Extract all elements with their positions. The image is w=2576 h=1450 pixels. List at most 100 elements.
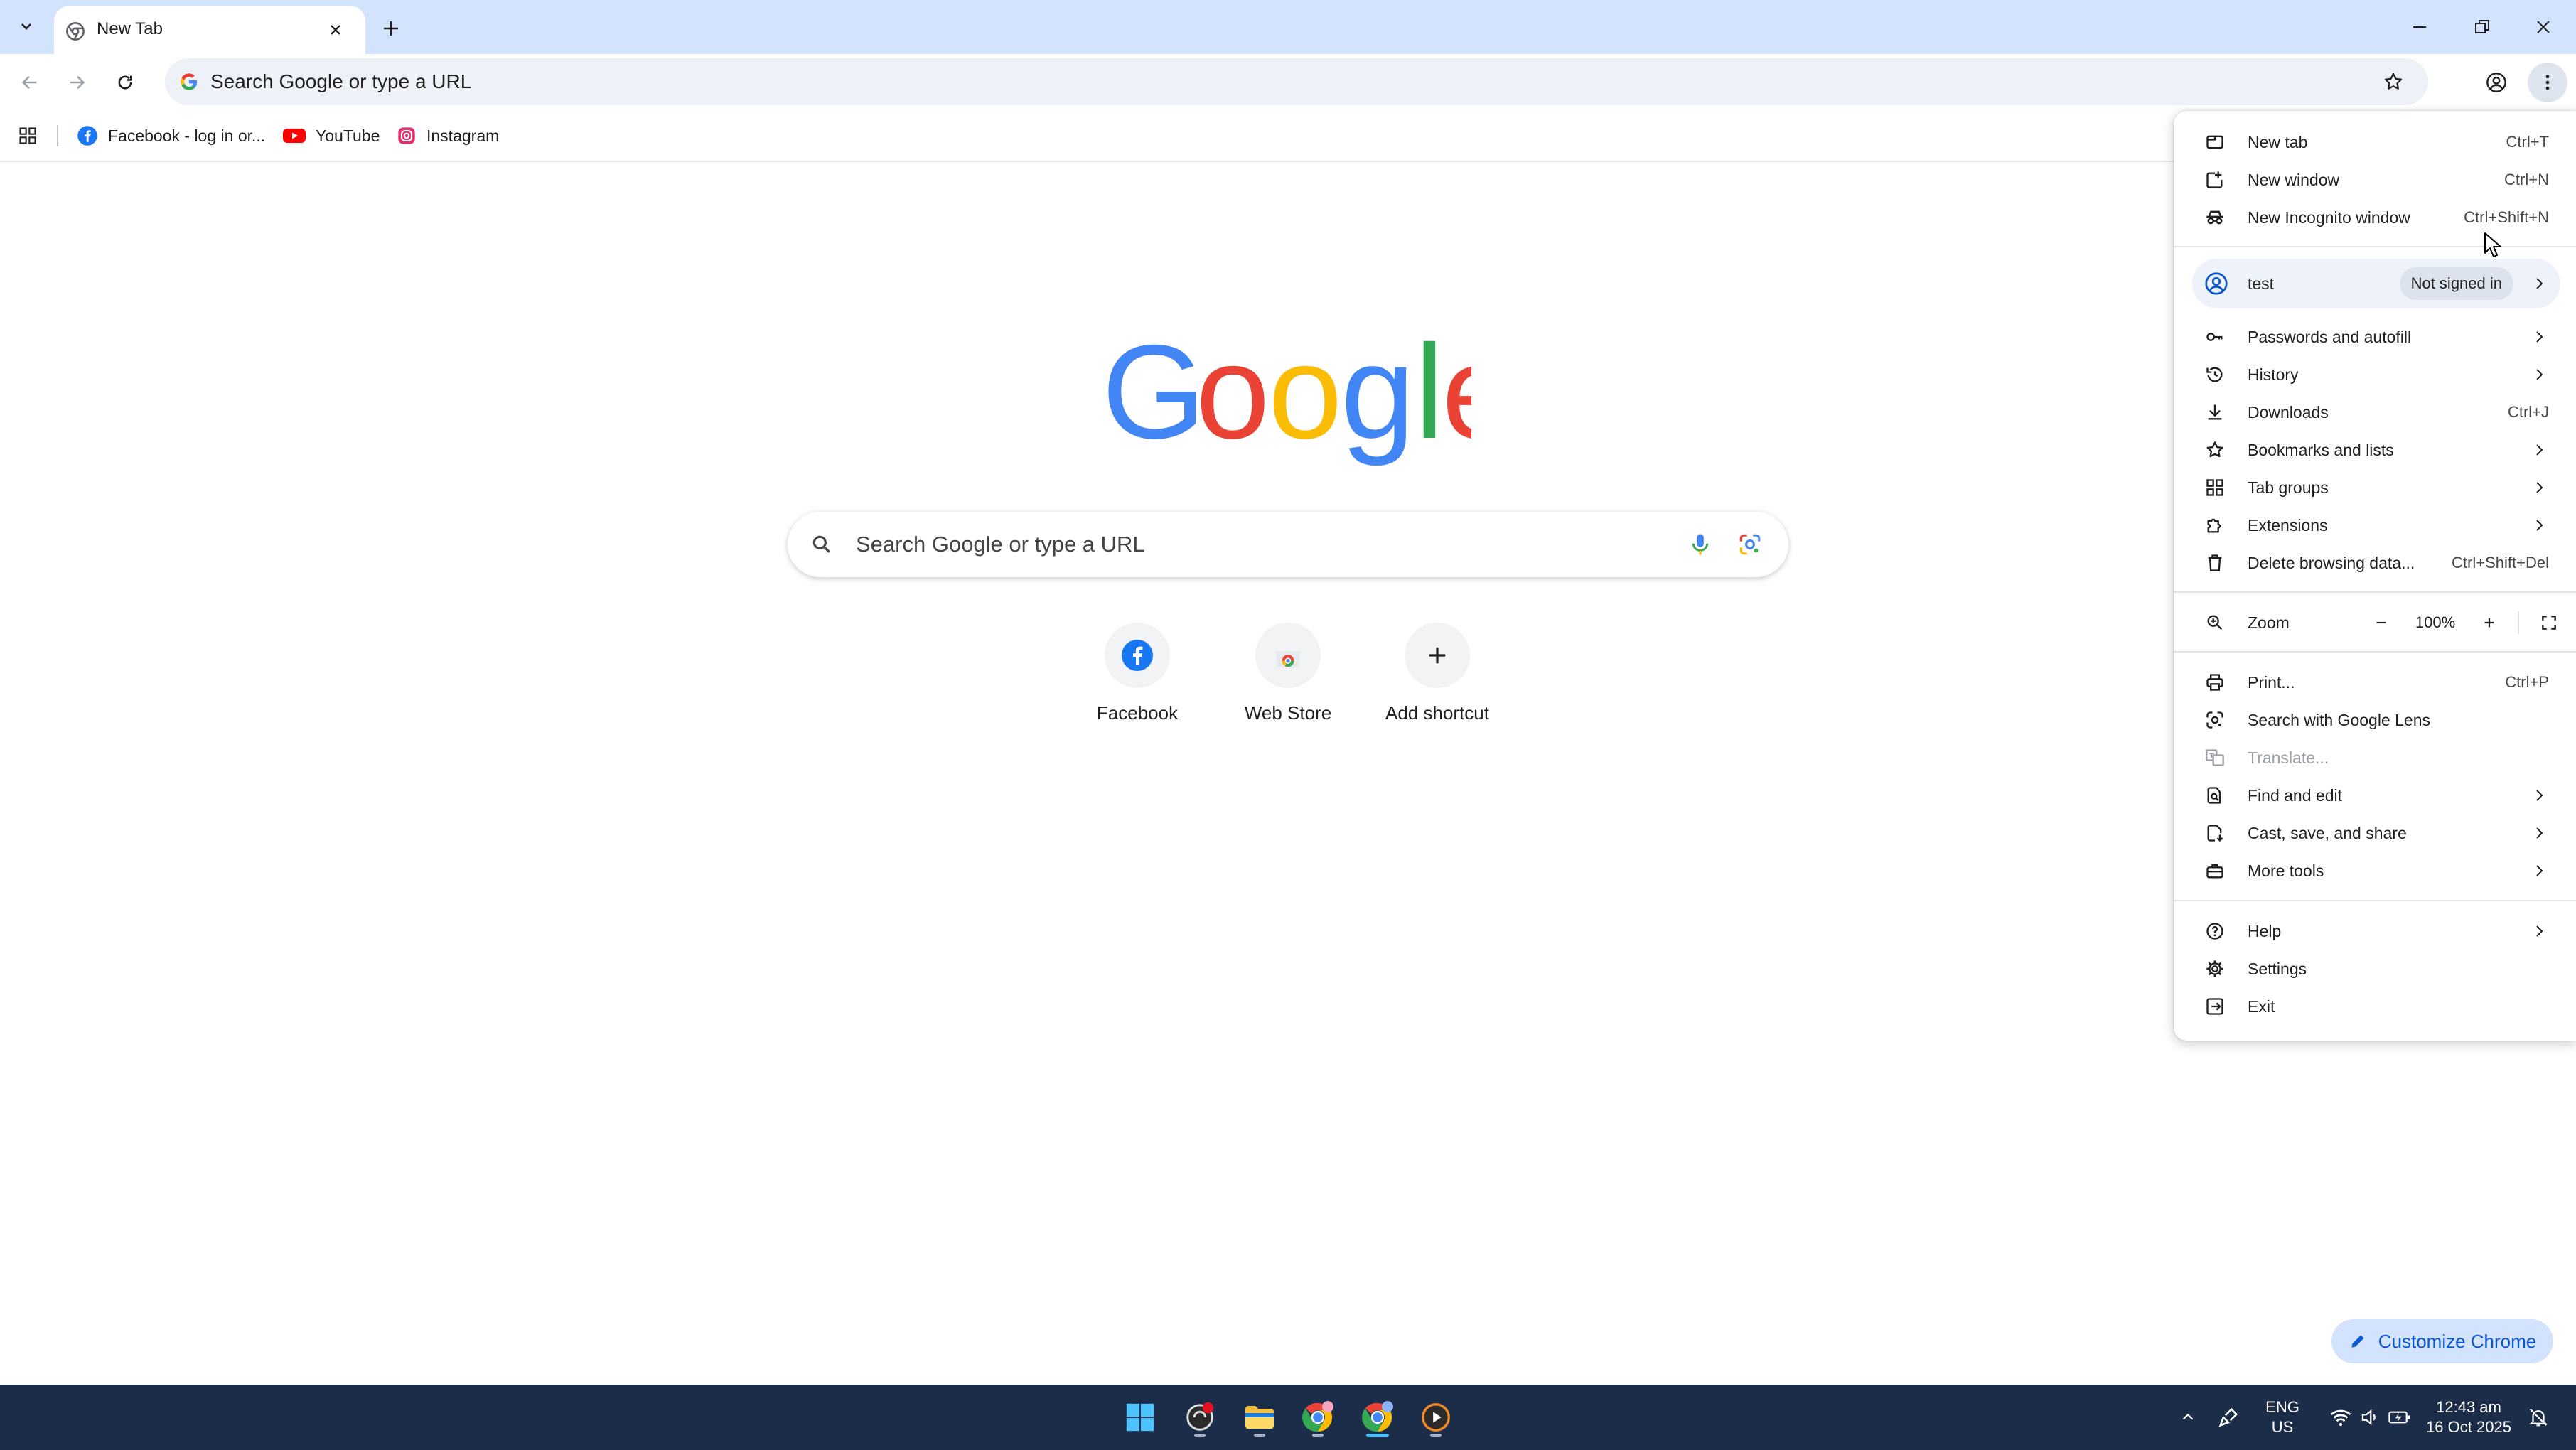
menu-item-delete-browsing-data[interactable]: Delete browsing data... Ctrl+Shift+Del <box>2174 544 2576 581</box>
shortcut-web-store[interactable]: Web Store <box>1217 623 1359 743</box>
chevron-right-icon <box>2536 790 2543 801</box>
menu-item-more-tools[interactable]: More tools <box>2174 852 2576 889</box>
wifi-icon <box>2330 1409 2351 1427</box>
taskbar: ENG US 12:43 am 16 Oct 2025 <box>0 1385 2576 1450</box>
menu-item-passwords[interactable]: Passwords and autofill <box>2174 318 2576 355</box>
chevron-right-icon <box>2536 369 2543 380</box>
menu-item-history[interactable]: History <box>2174 356 2576 393</box>
speaker-icon <box>2361 1409 2376 1426</box>
toolbar: Search Google or type a URL <box>0 54 2576 111</box>
forward-button[interactable] <box>58 64 95 101</box>
fullscreen-button[interactable] <box>2531 604 2567 641</box>
pencil-icon <box>2351 1335 2364 1348</box>
apps-button[interactable] <box>11 119 44 152</box>
menu-item-new-tab[interactable]: New tab Ctrl+T <box>2174 124 2576 161</box>
menu-item-new-window[interactable]: New window Ctrl+N <box>2174 161 2576 198</box>
bookmark-youtube[interactable]: YouTube <box>283 111 380 161</box>
google-lens-icon <box>2206 711 2223 729</box>
menu-item-extensions[interactable]: Extensions <box>2174 507 2576 544</box>
quick-settings-button[interactable] <box>2317 1395 2424 1440</box>
menu-shortcut: Ctrl+N <box>2504 171 2549 188</box>
menu-item-exit[interactable]: Exit <box>2174 988 2576 1025</box>
ntp-search-box[interactable]: Search Google or type a URL <box>788 512 1788 577</box>
chrome-menu-button[interactable] <box>2528 63 2567 102</box>
taskbar-app-media-player[interactable] <box>1413 1395 1459 1440</box>
menu-label: Help <box>2248 922 2282 940</box>
menu-label: New window <box>2248 171 2340 189</box>
shortcut-facebook[interactable]: Facebook <box>1066 623 1208 743</box>
taskbar-app-recorder[interactable] <box>1177 1395 1223 1440</box>
language-indicator[interactable]: ENG US <box>2258 1397 2307 1437</box>
menu-item-help[interactable]: Help <box>2174 913 2576 950</box>
active-indicator <box>1366 1434 1389 1437</box>
menu-item-find-edit[interactable]: Find and edit <box>2174 777 2576 814</box>
show-hidden-icons-button[interactable] <box>2175 1395 2201 1440</box>
menu-item-cast-save-share[interactable]: Cast, save, and share <box>2174 815 2576 852</box>
menu-label: Downloads <box>2248 403 2329 421</box>
menu-label: Cast, save, and share <box>2248 824 2407 842</box>
start-button[interactable] <box>1117 1395 1163 1440</box>
customize-chrome-button[interactable]: Customize Chrome <box>2331 1319 2553 1363</box>
close-icon <box>331 25 340 35</box>
menu-item-translate[interactable]: Translate... <box>2174 739 2576 776</box>
menu-label: More tools <box>2248 861 2324 880</box>
menu-item-profile[interactable]: test Not signed in <box>2192 259 2560 308</box>
new-tab-button[interactable] <box>374 11 408 45</box>
profile-button[interactable] <box>2478 64 2515 101</box>
menu-shortcut: Ctrl+J <box>2507 403 2549 421</box>
menu-item-print[interactable]: Print... Ctrl+P <box>2174 664 2576 701</box>
running-indicator <box>1430 1434 1442 1437</box>
menu-item-downloads[interactable]: Downloads Ctrl+J <box>2174 394 2576 431</box>
tab-new-tab[interactable]: New Tab <box>54 6 365 54</box>
plus-icon <box>2484 618 2494 628</box>
reload-button[interactable] <box>107 64 144 101</box>
tab-search-button[interactable] <box>10 10 43 43</box>
taskbar-app-chrome-1[interactable] <box>1295 1395 1341 1440</box>
back-button[interactable] <box>11 64 48 101</box>
menu-separator <box>2174 900 2576 901</box>
bookmark-label: Facebook - log in or... <box>108 126 266 145</box>
chevron-right-icon <box>2536 331 2543 343</box>
translate-icon <box>2206 749 2224 766</box>
apps-grid-icon <box>19 127 36 144</box>
bookmark-star-button[interactable] <box>2377 65 2410 98</box>
minimize-button[interactable] <box>2400 7 2440 47</box>
pen-touch-icon <box>2218 1407 2238 1427</box>
clock[interactable]: 12:43 am 16 Oct 2025 <box>2422 1397 2515 1437</box>
shortcut-add[interactable]: Add shortcut <box>1366 623 1508 743</box>
google-g-icon <box>181 73 198 90</box>
lens-search-button[interactable] <box>1733 527 1767 562</box>
star-icon <box>2384 72 2403 90</box>
chevron-right-icon <box>2536 278 2543 289</box>
menu-item-zoom: Zoom 100% <box>2174 604 2576 641</box>
notifications-button[interactable] <box>2521 1395 2556 1440</box>
close-window-button[interactable] <box>2523 7 2563 47</box>
find-document-icon <box>2207 787 2221 804</box>
fullscreen-icon <box>2542 616 2556 630</box>
menu-item-settings[interactable]: Settings <box>2174 950 2576 987</box>
battery-icon <box>2388 1411 2410 1424</box>
voice-search-button[interactable] <box>1683 527 1717 562</box>
zoom-out-button[interactable] <box>2363 604 2400 641</box>
menu-item-tab-groups[interactable]: Tab groups <box>2174 469 2576 506</box>
close-tab-button[interactable] <box>323 17 348 43</box>
menu-label: Tab groups <box>2248 478 2329 497</box>
exit-icon <box>2206 998 2223 1015</box>
omnibox[interactable]: Search Google or type a URL <box>165 58 2428 105</box>
chrome-icon <box>1362 1401 1393 1432</box>
zoom-icon <box>2207 615 2223 630</box>
menu-item-bookmarks[interactable]: Bookmarks and lists <box>2174 431 2576 468</box>
taskbar-app-file-explorer[interactable] <box>1237 1395 1282 1440</box>
menu-item-google-lens[interactable]: Search with Google Lens <box>2174 702 2576 739</box>
taskbar-app-chrome-2[interactable] <box>1355 1395 1400 1440</box>
gear-icon <box>2206 960 2223 977</box>
zoom-in-button[interactable] <box>2471 604 2508 641</box>
bookmark-facebook[interactable]: Facebook - log in or... <box>77 111 265 161</box>
bookmark-instagram[interactable]: Instagram <box>397 111 499 161</box>
restore-button[interactable] <box>2462 7 2502 47</box>
menu-label: Exit <box>2248 997 2275 1016</box>
restore-icon <box>2475 20 2489 33</box>
menu-item-new-incognito[interactable]: New Incognito window Ctrl+Shift+N <box>2174 199 2576 236</box>
tray-pen-button[interactable] <box>2211 1395 2246 1440</box>
running-indicator <box>1194 1434 1206 1437</box>
